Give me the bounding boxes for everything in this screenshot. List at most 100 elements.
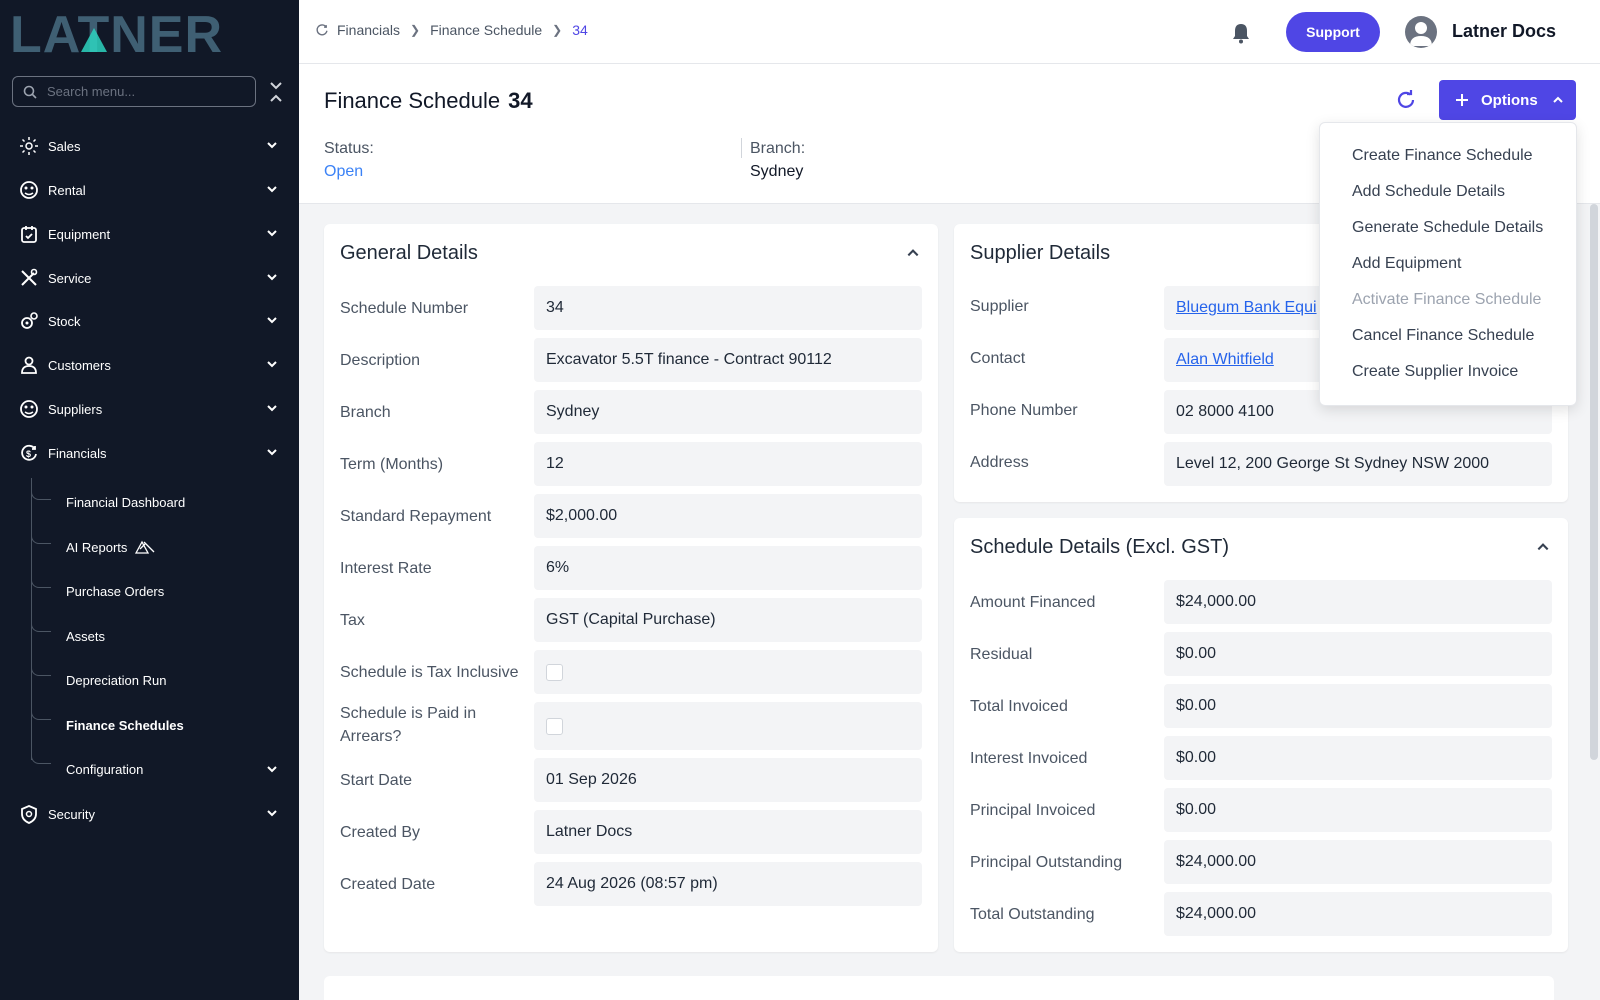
chevron-down-icon (267, 405, 277, 412)
search-icon (23, 85, 37, 99)
branch-label: Branch: (750, 140, 806, 157)
options-label: Options (1481, 91, 1538, 109)
options-button[interactable]: Options (1439, 80, 1576, 120)
breadcrumb-finance-schedule[interactable]: Finance Schedule (430, 22, 542, 38)
schedule-details-card: Schedule Details (Excl. GST) Amount Fina… (954, 518, 1568, 952)
start-date-field[interactable]: 01 Sep 2026 (534, 758, 922, 802)
chevron-up-icon[interactable] (906, 246, 920, 260)
residual-field[interactable]: $0.00 (1164, 632, 1552, 676)
branch-field[interactable]: Sydney (534, 390, 922, 434)
breadcrumb-financials[interactable]: Financials (337, 22, 400, 38)
field-label: Schedule is Tax Inclusive (340, 664, 519, 681)
nav-sub-label: Depreciation Run (66, 672, 167, 688)
nav-sub-financial-dashboard[interactable]: Financial Dashboard (66, 490, 185, 514)
menu-search-input[interactable]: Search menu... (12, 76, 256, 107)
latner-logo[interactable]: LATNER (10, 8, 280, 58)
nav-sub-assets[interactable]: Assets (66, 624, 105, 648)
tree-connector (31, 488, 51, 500)
menu-item-add-schedule-details[interactable]: Add Schedule Details (1352, 183, 1505, 201)
tax-inclusive-checkbox[interactable] (546, 663, 563, 681)
tax-field[interactable]: GST (Capital Purchase) (534, 598, 922, 642)
nav-item-security[interactable]: Security (18, 799, 286, 829)
nav-sub-purchase-orders[interactable]: Purchase Orders (66, 579, 164, 603)
username[interactable]: Latner Docs (1452, 21, 1556, 42)
contact-link[interactable]: Alan Whitfield (1176, 351, 1274, 369)
created-date-field[interactable]: 24 Aug 2026 (08:57 pm) (534, 862, 922, 906)
ai-sparkle-icon (135, 540, 155, 554)
chevron-down-icon (267, 230, 277, 237)
page-title-text: Finance Schedule (324, 88, 501, 113)
nav-sub-configuration[interactable]: Configuration (66, 757, 278, 781)
principal-invoiced-field[interactable]: $0.00 (1164, 788, 1552, 832)
schedule-number-field[interactable]: 34 (534, 286, 922, 330)
page-title: Finance Schedule 34 (324, 88, 533, 114)
field-label: Standard Repayment (340, 508, 492, 525)
field-label: Address (970, 454, 1029, 471)
standard-repayment-field[interactable]: $2,000.00 (534, 494, 922, 538)
nav-label: Service (48, 270, 92, 286)
field-label: Principal Invoiced (970, 802, 1096, 819)
collapse-sidebar-icon[interactable] (266, 80, 286, 104)
nav-item-customers[interactable]: Customers (18, 350, 286, 380)
nav-sub-label: Configuration (66, 761, 144, 777)
nav-item-stock[interactable]: Stock (18, 306, 286, 336)
avatar[interactable] (1405, 16, 1437, 48)
next-section-card (324, 976, 1554, 1000)
suppliers-icon (18, 398, 40, 420)
support-button[interactable]: Support (1286, 12, 1380, 52)
chevron-down-icon (267, 186, 277, 193)
supplier-link[interactable]: Bluegum Bank Equi (1176, 299, 1317, 317)
nav-item-suppliers[interactable]: Suppliers (18, 394, 286, 424)
nav-item-sales[interactable]: Sales (18, 131, 286, 161)
nav-item-equipment[interactable]: Equipment (18, 219, 286, 249)
general-details-card: General Details Schedule Number 34 Descr… (324, 224, 938, 952)
menu-item-cancel-finance-schedule[interactable]: Cancel Finance Schedule (1352, 327, 1534, 345)
user-icon (1410, 22, 1432, 46)
financials-icon: $ (18, 442, 40, 464)
branch-value: Sydney (750, 163, 804, 180)
nav-sub-ai-reports[interactable]: AI Reports (66, 535, 155, 559)
field-label: Contact (970, 350, 1026, 367)
nav-item-financials[interactable]: $ Financials (18, 438, 286, 468)
principal-outstanding-field[interactable]: $24,000.00 (1164, 840, 1552, 884)
menu-item-add-equipment[interactable]: Add Equipment (1352, 255, 1461, 273)
nav-label: Financials (48, 445, 107, 461)
chevron-down-icon (267, 810, 277, 817)
field-label: Created Date (340, 876, 436, 893)
chevron-down-icon (267, 274, 277, 281)
chevron-up-icon[interactable] (1536, 540, 1550, 554)
menu-item-create-supplier-invoice[interactable]: Create Supplier Invoice (1352, 363, 1518, 381)
chevron-down-icon (267, 449, 277, 456)
interest-rate-field[interactable]: 6% (534, 546, 922, 590)
tree-connector (31, 752, 51, 764)
menu-item-create-finance-schedule[interactable]: Create Finance Schedule (1352, 147, 1533, 165)
card-title: Supplier Details (970, 242, 1111, 264)
chevron-right-icon: ❯ (552, 23, 563, 37)
bell-icon[interactable] (1231, 22, 1251, 44)
refresh-icon[interactable] (1395, 89, 1417, 111)
amount-financed-field[interactable]: $24,000.00 (1164, 580, 1552, 624)
nav-item-service[interactable]: Service (18, 263, 286, 293)
security-icon (18, 803, 40, 825)
nav-label: Customers (48, 357, 111, 373)
svg-text:$: $ (26, 449, 31, 459)
status-value: Open (324, 163, 364, 180)
paid-in-arrears-checkbox[interactable] (546, 717, 563, 735)
total-invoiced-field[interactable]: $0.00 (1164, 684, 1552, 728)
interest-invoiced-field[interactable]: $0.00 (1164, 736, 1552, 780)
created-by-field[interactable]: Latner Docs (534, 810, 922, 854)
nav-sub-finance-schedules[interactable]: Finance Schedules (66, 713, 184, 737)
menu-item-generate-schedule-details[interactable]: Generate Schedule Details (1352, 219, 1543, 237)
total-outstanding-field[interactable]: $24,000.00 (1164, 892, 1552, 936)
description-field[interactable]: Excavator 5.5T finance - Contract 90112 (534, 338, 922, 382)
scrollbar[interactable] (1590, 204, 1598, 760)
nav-item-rental[interactable]: Rental (18, 175, 286, 205)
term-months-field[interactable]: 12 (534, 442, 922, 486)
field-label: Residual (970, 646, 1033, 663)
sales-icon (18, 135, 40, 157)
address-field[interactable]: Level 12, 200 George St Sydney NSW 2000 (1164, 442, 1552, 486)
nav-sub-depreciation-run[interactable]: Depreciation Run (66, 668, 166, 692)
nav-sub-label: Finance Schedules (66, 717, 184, 733)
nav-label: Suppliers (48, 401, 103, 417)
field-label: Branch (340, 404, 391, 421)
